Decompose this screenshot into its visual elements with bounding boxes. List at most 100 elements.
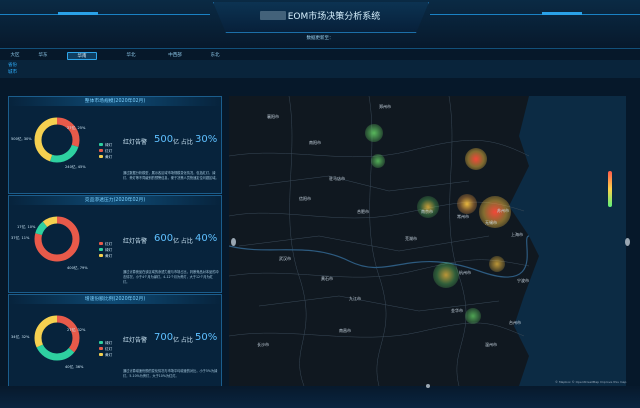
slice-label-yellow: 37亿, 11% [11,236,30,240]
panel-title: 增速份额比例(2020年02月) [9,295,221,304]
city-label: 芜湖市 [405,236,417,241]
subnav-city[interactable]: 城市 [8,69,17,75]
legend-swatch [99,254,103,257]
heat-spot [365,124,383,142]
tab-north[interactable]: 华北 [124,52,138,60]
metric-unit: 亿 占比 [173,238,193,245]
slice-label-red: 500亿, 30% [11,137,32,141]
city-label: 杭州市 [459,270,471,275]
region-tabs: 大区 华东 华南 华北 中西部 东北 [0,50,640,62]
panel-description: 通过计算竞品在该区域的渗透力度与市场占比，判断竞品对本品的冲击情况，小于4个月为… [123,270,219,284]
city-label: 台州市 [509,320,521,325]
chart-legend: 绿灯 红灯 黄灯 [99,142,112,160]
slice-label-red: 40亿, 36% [65,365,84,369]
city-label: 合肥市 [357,209,369,214]
tab-east[interactable]: 华东 [36,52,50,60]
city-label: 郑州市 [379,104,391,109]
legend-swatch [99,353,103,356]
panel-competitor-pressure: 竞品渗透压力(2020年02月) 17亿, 10% 37亿, 11% 400亿,… [8,195,222,293]
chart-legend: 绿灯 红灯 黄灯 [99,340,112,358]
donut-chart [34,216,80,262]
panel-description: 通过计算增速份额的变化情况与市场平均增速的对比，小于5%为绿灯，5-10%为黄灯… [123,369,218,378]
slice-label-green: 34亿, 32% [11,335,30,339]
city-label: 温州市 [485,342,497,347]
panel-title: 整体市场规模(2020年02月) [9,97,221,106]
tab-south[interactable]: 华南 [67,52,97,60]
donut-chart [34,117,80,163]
city-label: 九江市 [349,296,361,301]
metric-count: 700 [154,332,174,343]
legend-item: 黄灯 [99,253,112,259]
legend-swatch [99,341,103,344]
city-label: 信阳市 [299,196,311,201]
metric-percent: 50% [195,332,218,343]
date-label: 数据更新至： [306,36,334,41]
panel-growth-share: 增速份额比例(2020年02月) 27亿, 32% 34亿, 32% 40亿, … [8,294,222,392]
heat-spot [465,308,481,324]
subnav-bar [0,60,640,78]
panel-description: 通过数据分析模型，展示各区域市场规模变化情况，包括红灯、绿灯、黄灯等不同级别的预… [123,171,219,180]
legend-swatch [99,143,103,146]
heat-spot [465,148,487,170]
heat-spot [489,256,505,272]
tab-midwest[interactable]: 中西部 [164,52,186,60]
metric-count: 500 [154,134,174,145]
metric-percent: 30% [195,134,218,145]
header-decor-bar-left [58,12,98,15]
map-next-handle[interactable] [625,238,630,246]
metric-percent: 40% [195,233,218,244]
city-label: 常州市 [457,214,469,219]
redacted-brand [259,11,286,20]
legend-swatch [99,248,103,251]
subnav-province[interactable]: 省份 [8,62,17,68]
city-label: 南昌市 [339,328,351,333]
page-title-text: EOM市场决策分析系统 [287,12,381,22]
legend-swatch [99,155,103,158]
metric-unit: 亿 占比 [173,337,193,344]
map-prev-handle[interactable] [231,238,236,246]
legend-item: 黄灯 [99,154,112,160]
metric-label: 红灯告警 [123,337,148,344]
metric-label: 红灯告警 [123,238,148,245]
city-label: 襄阳市 [267,114,279,119]
legend-swatch [99,242,103,245]
heat-spot [371,154,385,168]
city-label: 武汉市 [279,256,291,261]
slice-label-yellow: 27亿, 32% [67,328,86,332]
slice-label-red: 400亿, 79% [67,266,88,270]
panel-market-size: 整体市场规模(2020年02月) 27亿, 25% 500亿, 30% 240亿… [8,96,222,194]
metric-label: 红灯告警 [123,139,148,146]
map-attribution[interactable]: © Mapbox © OpenStreetMap Improve this ma… [555,380,626,384]
tab-region[interactable]: 大区 [8,52,22,60]
heat-map[interactable]: 襄阳市 郑州市 南阳市 驻马店市 信阳市 合肥市 南京市 常州市 无锡市 苏州市… [229,96,626,386]
panel-title: 竞品渗透压力(2020年02月) [9,196,221,205]
city-label: 黄石市 [321,276,333,281]
legend-item: 黄灯 [99,352,112,358]
legend-swatch [99,149,103,152]
city-label: 长沙市 [257,342,269,347]
legend-swatch [99,347,103,350]
heat-scale-legend [608,171,612,207]
city-label: 驻马店市 [329,176,345,181]
city-label: 宁波市 [517,278,529,283]
slice-label-green: 17亿, 10% [17,225,36,229]
header-decor-line-left [0,14,210,15]
donut-chart [34,315,80,361]
metric-unit: 亿 占比 [173,139,193,146]
slice-label-yellow: 240亿, 45% [65,165,86,169]
header-decor-line-right [430,14,640,15]
page-title: EOM市场决策分析系统 [213,9,427,22]
chart-legend: 红灯 绿灯 黄灯 [99,241,112,259]
city-label: 南京市 [421,209,433,214]
tab-northeast[interactable]: 东北 [208,52,222,60]
heat-spot [433,262,459,288]
city-label: 南阳市 [309,140,321,145]
footer-bar [0,386,640,408]
slice-label-green: 27亿, 25% [67,126,86,130]
river [229,235,530,278]
city-label: 金华市 [451,308,463,313]
city-label: 无锡市 [485,220,497,225]
metric-count: 600 [154,233,174,244]
pager-dot[interactable] [426,384,430,388]
city-label: 上海市 [511,232,523,237]
